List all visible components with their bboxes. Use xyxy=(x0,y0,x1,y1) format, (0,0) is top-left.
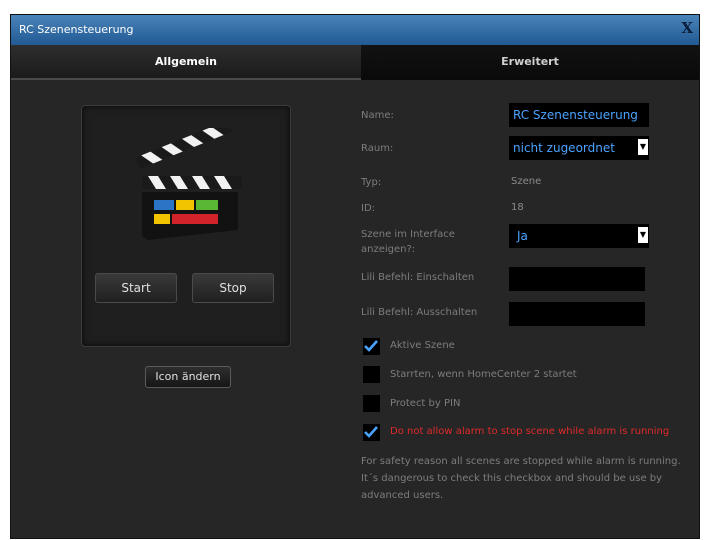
protect-by-pin-label: Protect by PIN xyxy=(390,398,461,409)
scene-settings-dialog: RC Szenensteuerung X Allgemein Erweitert xyxy=(10,14,700,539)
show-in-interface-label-line2: anzeigen?: xyxy=(361,244,416,255)
active-scene-checkbox[interactable] xyxy=(363,338,380,355)
show-in-interface-label-line1: Szene im Interface xyxy=(361,229,455,240)
scene-icon-panel: Start Stop xyxy=(81,105,291,347)
clapperboard-icon xyxy=(135,128,242,240)
change-icon-button[interactable]: Icon ändern xyxy=(145,366,231,388)
start-with-homecenter-checkbox[interactable] xyxy=(363,366,380,383)
room-select-value: nicht zugeordnet xyxy=(513,141,615,155)
window-title: RC Szenensteuerung xyxy=(19,23,134,36)
chevron-down-icon: ▼ xyxy=(638,227,648,243)
active-scene-label: Aktive Szene xyxy=(390,340,455,351)
id-value: 18 xyxy=(511,202,524,213)
show-in-interface-value: Ja xyxy=(517,229,528,243)
start-button[interactable]: Start xyxy=(95,273,177,303)
safety-note-line2: It´s dangerous to check this checkbox an… xyxy=(361,473,663,484)
checkmark-icon xyxy=(364,426,378,438)
name-field[interactable]: RC Szenensteuerung xyxy=(509,103,649,127)
show-in-interface-select[interactable]: Ja ▼ xyxy=(509,224,649,248)
name-label: Name: xyxy=(361,110,394,121)
close-button[interactable]: X xyxy=(681,19,693,37)
type-value: Szene xyxy=(511,176,542,187)
id-label: ID: xyxy=(361,203,376,214)
tab-erweitert[interactable]: Erweitert xyxy=(361,45,699,80)
lili-off-label: Lili Befehl: Ausschalten xyxy=(361,307,478,318)
no-alarm-stop-label: Do not allow alarm to stop scene while a… xyxy=(390,426,670,437)
type-label: Typ: xyxy=(361,177,382,188)
room-label: Raum: xyxy=(361,143,394,154)
lili-on-field[interactable] xyxy=(509,267,645,291)
title-bar: RC Szenensteuerung X xyxy=(11,15,699,45)
tab-bar: Allgemein Erweitert xyxy=(11,45,699,80)
chevron-down-icon: ▼ xyxy=(638,139,648,155)
no-alarm-stop-checkbox[interactable] xyxy=(363,424,380,441)
safety-note-line1: For safety reason all scenes are stopped… xyxy=(361,456,681,467)
safety-note-line3: advanced users. xyxy=(361,490,444,501)
stop-button[interactable]: Stop xyxy=(192,273,274,303)
lili-on-label: Lili Befehl: Einschalten xyxy=(361,272,475,283)
safety-note: For safety reason all scenes are stopped… xyxy=(361,453,701,504)
tab-allgemein[interactable]: Allgemein xyxy=(11,45,361,80)
lili-off-field[interactable] xyxy=(509,302,645,326)
start-with-homecenter-label: Starrten, wenn HomeCenter 2 startet xyxy=(390,369,577,380)
room-select[interactable]: nicht zugeordnet ▼ xyxy=(509,136,649,160)
checkmark-icon xyxy=(364,340,378,352)
protect-by-pin-checkbox[interactable] xyxy=(363,395,380,412)
